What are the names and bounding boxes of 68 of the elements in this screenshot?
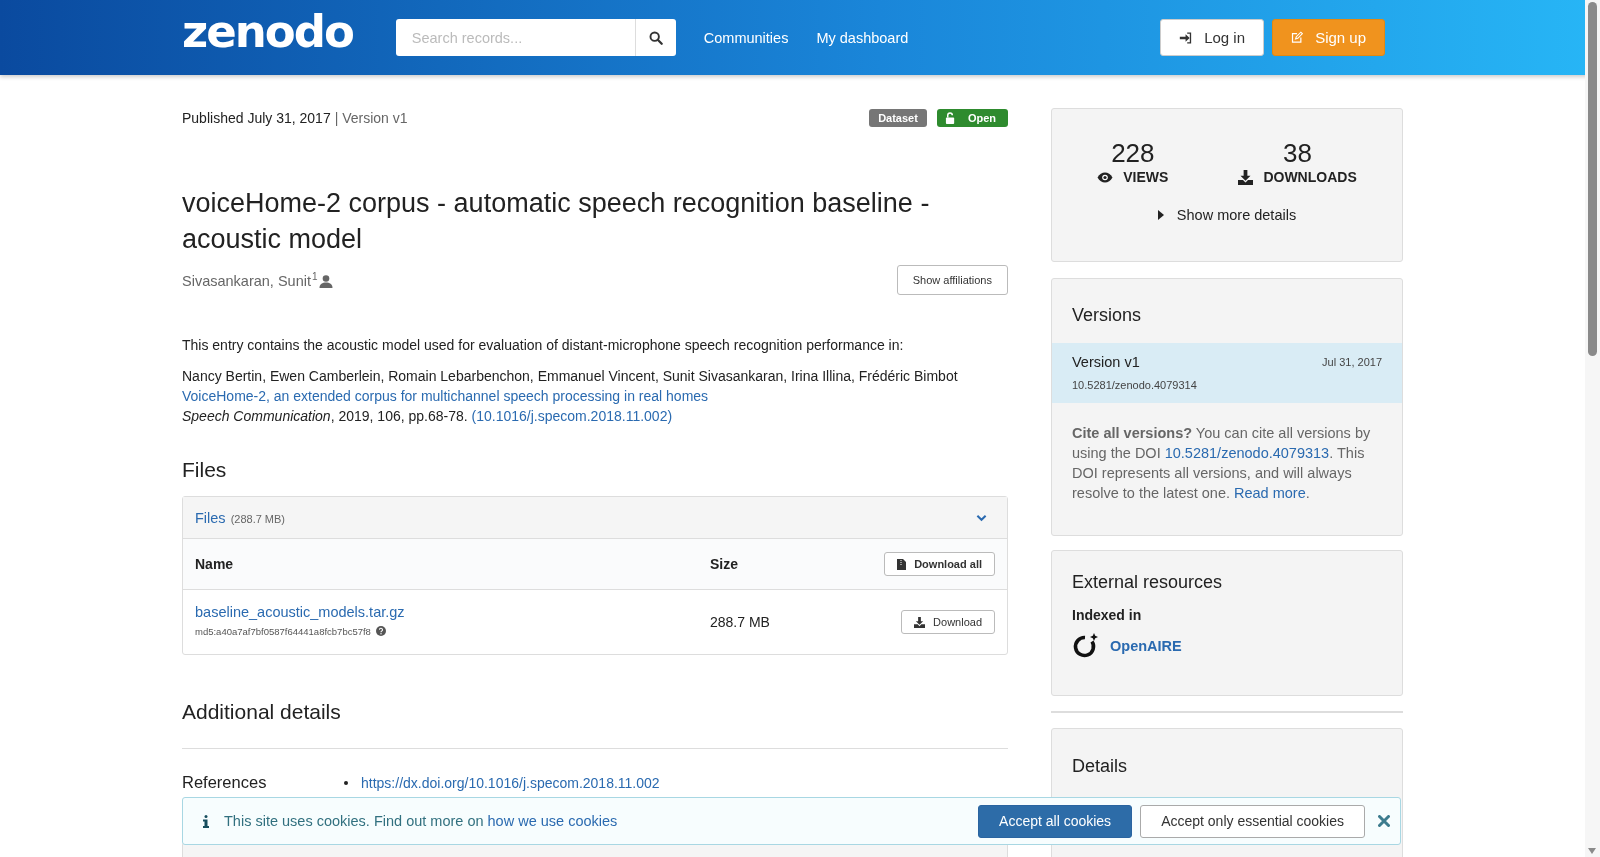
section-heading: Additional details <box>182 700 342 724</box>
scrollbar[interactable] <box>1585 0 1600 857</box>
help-icon[interactable] <box>375 626 386 636</box>
accept-essential-cookies-button[interactable]: Accept only essential cookies <box>1140 804 1365 838</box>
eye-icon <box>1097 171 1114 183</box>
doi-link[interactable]: (10.1016/j.specom.2018.11.002) <box>471 408 673 424</box>
stat-label: DOWNLOADS <box>1263 169 1357 185</box>
chevron-icon[interactable] <box>976 513 987 522</box>
column-header: Name <box>195 556 235 572</box>
cookie-notice-text: This site uses cookies. Find out more on how we use cookies <box>224 813 618 829</box>
accept-all-cookies-button[interactable]: Accept all cookies <box>978 804 1133 838</box>
edit-icon <box>1291 30 1304 45</box>
nav-link[interactable]: My dashboard <box>816 29 909 46</box>
person-icon <box>318 275 333 288</box>
file-size: 288.7 MB <box>710 614 771 630</box>
search-button[interactable] <box>634 19 676 56</box>
citation-title-link[interactable]: VoiceHome-2, an extended corpus for multichannel speech processing in real homes <box>182 386 1008 406</box>
download-button[interactable]: Download <box>901 610 995 634</box>
version-name[interactable]: Version v1 <box>1072 354 1140 370</box>
citation-authors: Nancy Bertin, Ewen Camberlein, Romain Lebarbenchon, Emmanuel Vincent, Sunit Sivasankaran, Irina Illina, Frédéric Bimbot <box>182 367 959 386</box>
file-name-link[interactable]: baseline_acoustic_models.tar.gz <box>195 603 710 620</box>
description-text: This entry contains the acoustic model used for evaluation of distant-microphone speech recognition performance in: <box>182 337 905 353</box>
version-item[interactable]: Version v1 Jul 31, 2017 10.5281/zenodo.4079314 <box>1052 343 1402 403</box>
stat-value: 38 <box>1283 139 1312 167</box>
version-date: Jul 31, 2017 <box>1322 356 1382 368</box>
access-badge: Open <box>936 109 1008 127</box>
checksum-text: md5:a40a7af7bf0587f64441a8fcb7bc57f8 <box>195 625 371 637</box>
cookie-policy-link[interactable]: how we use cookies <box>487 813 618 829</box>
total-size: (288.7 MB) <box>230 512 286 525</box>
download-all-button[interactable]: Download all <box>884 552 995 576</box>
section-heading: Files <box>182 458 228 482</box>
nav-link[interactable]: Communities <box>703 29 789 46</box>
stat-label: VIEWS <box>1123 169 1169 185</box>
search-icon <box>648 30 663 45</box>
sign-in-icon <box>1179 30 1193 45</box>
show-affiliations-button[interactable]: Show affiliations <box>896 265 1008 295</box>
card-heading: Versions <box>1071 304 1143 327</box>
publication-date: Published July 31, 2017 <box>182 110 331 126</box>
download-icon <box>1238 169 1254 185</box>
citation-journal: Speech Communication, 2019, 106, pp.68-78. <box>182 408 469 424</box>
read-more-link[interactable]: Read more <box>1234 485 1306 501</box>
search-field[interactable]: Search records... <box>395 19 635 56</box>
card-heading: External resources <box>1071 571 1224 594</box>
references-label: References <box>182 773 268 792</box>
bullet-icon <box>344 780 348 785</box>
openaire-link[interactable]: OpenAIRE <box>1110 638 1182 654</box>
version-label: | Version v1 <box>334 110 408 126</box>
file-icon <box>897 558 907 570</box>
stat-value: 228 <box>1111 139 1155 167</box>
column-header: Size <box>710 556 739 572</box>
record-title: voiceHome-2 corpus - automatic speech recognition baseline - acoustic model <box>182 187 931 256</box>
type-badge: Dataset <box>869 109 927 127</box>
close-icon[interactable] <box>1378 815 1390 827</box>
cite-all-versions-text: Cite all versions? You can cite all versions by using the DOI 10.5281/zenodo.4079313. This DOI represents all versions, and will always resolve to the latest one. Read more. <box>1072 424 1372 503</box>
card-heading: Details <box>1071 755 1129 778</box>
unlock-icon <box>944 112 956 124</box>
affiliation-number: 1 <box>311 271 318 282</box>
openaire-logo-icon <box>1072 633 1100 659</box>
version-doi: 10.5281/zenodo.4079314 <box>1072 379 1198 391</box>
files-panel-header[interactable]: Files (288.7 MB) <box>183 497 1007 539</box>
login-button[interactable]: Log in <box>1160 19 1264 56</box>
files-panel-title[interactable]: Files <box>195 509 226 526</box>
author-name[interactable]: Sivasankaran, Sunit <box>182 273 311 289</box>
info-icon <box>203 814 209 828</box>
download-icon <box>914 616 926 628</box>
indexed-in-label: Indexed in <box>1071 607 1143 623</box>
site-logo[interactable]: zenodo <box>182 5 353 58</box>
reference-link[interactable]: https://dx.doi.org/10.1016/j.specom.2018.11.002 <box>361 774 660 791</box>
